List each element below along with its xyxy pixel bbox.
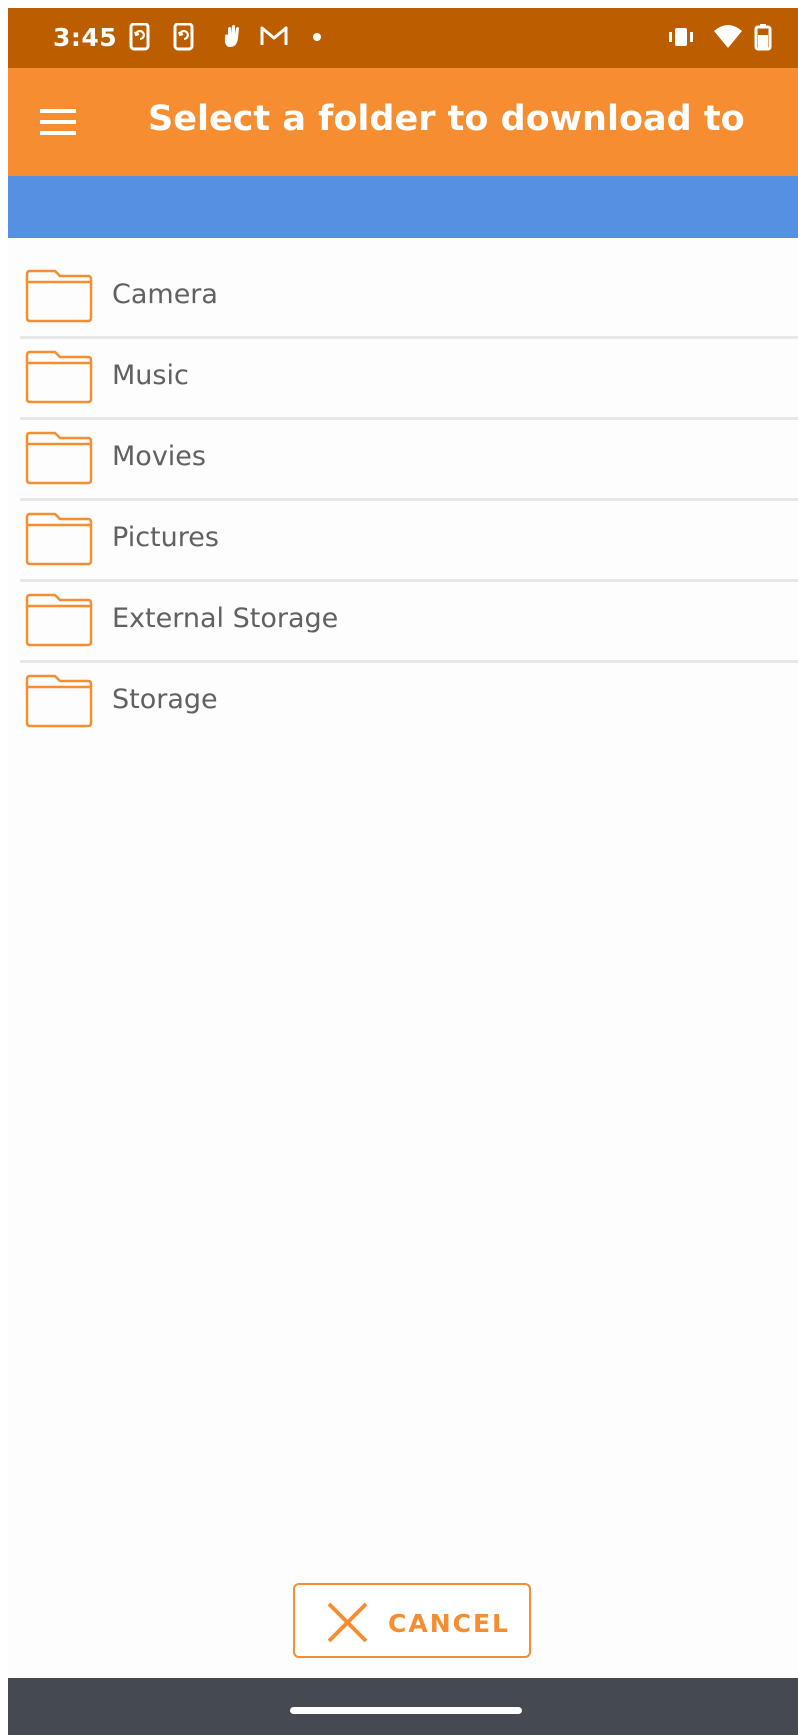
folder-label: Storage xyxy=(112,684,218,715)
folder-icon xyxy=(25,674,93,728)
menu-button[interactable] xyxy=(32,96,84,148)
phone-sync-icon xyxy=(129,23,150,51)
app-bar: Select a folder to download to xyxy=(8,68,798,176)
folder-item-camera[interactable]: Camera xyxy=(20,258,798,339)
path-bar xyxy=(8,176,798,238)
folder-item-movies[interactable]: Movies xyxy=(20,420,798,501)
phone-sync-icon xyxy=(173,23,194,51)
screen: 3:45 Select a folder to download to Came… xyxy=(8,8,798,1735)
wifi-icon xyxy=(714,25,742,48)
folder-label: External Storage xyxy=(112,603,339,634)
cancel-label: CANCEL xyxy=(388,1609,510,1638)
page-title: Select a folder to download to xyxy=(148,99,745,139)
folder-icon xyxy=(25,431,93,485)
folder-item-pictures[interactable]: Pictures xyxy=(20,501,798,582)
folder-list: Camera Music Movies Pictures External St… xyxy=(20,258,798,741)
hand-wave-icon xyxy=(224,25,239,47)
folder-label: Pictures xyxy=(112,522,219,553)
home-gesture-handle[interactable] xyxy=(290,1707,522,1714)
close-icon xyxy=(327,1602,368,1643)
folder-item-external-storage[interactable]: External Storage xyxy=(20,582,798,663)
navigation-bar xyxy=(8,1678,798,1735)
gmail-icon xyxy=(260,26,288,45)
cancel-button[interactable]: CANCEL xyxy=(293,1583,531,1658)
notification-dot-icon xyxy=(313,33,321,41)
status-bar: 3:45 xyxy=(8,8,798,68)
vibrate-icon xyxy=(669,28,693,46)
folder-item-storage[interactable]: Storage xyxy=(20,663,798,741)
folder-item-music[interactable]: Music xyxy=(20,339,798,420)
folder-icon xyxy=(25,593,93,647)
folder-icon xyxy=(25,350,93,404)
folder-label: Movies xyxy=(112,441,206,472)
folder-icon xyxy=(25,269,93,323)
status-time: 3:45 xyxy=(53,23,118,52)
battery-icon xyxy=(754,24,772,51)
folder-label: Music xyxy=(112,360,189,391)
hamburger-menu-icon xyxy=(40,109,76,135)
folder-label: Camera xyxy=(112,279,218,310)
folder-icon xyxy=(25,512,93,566)
